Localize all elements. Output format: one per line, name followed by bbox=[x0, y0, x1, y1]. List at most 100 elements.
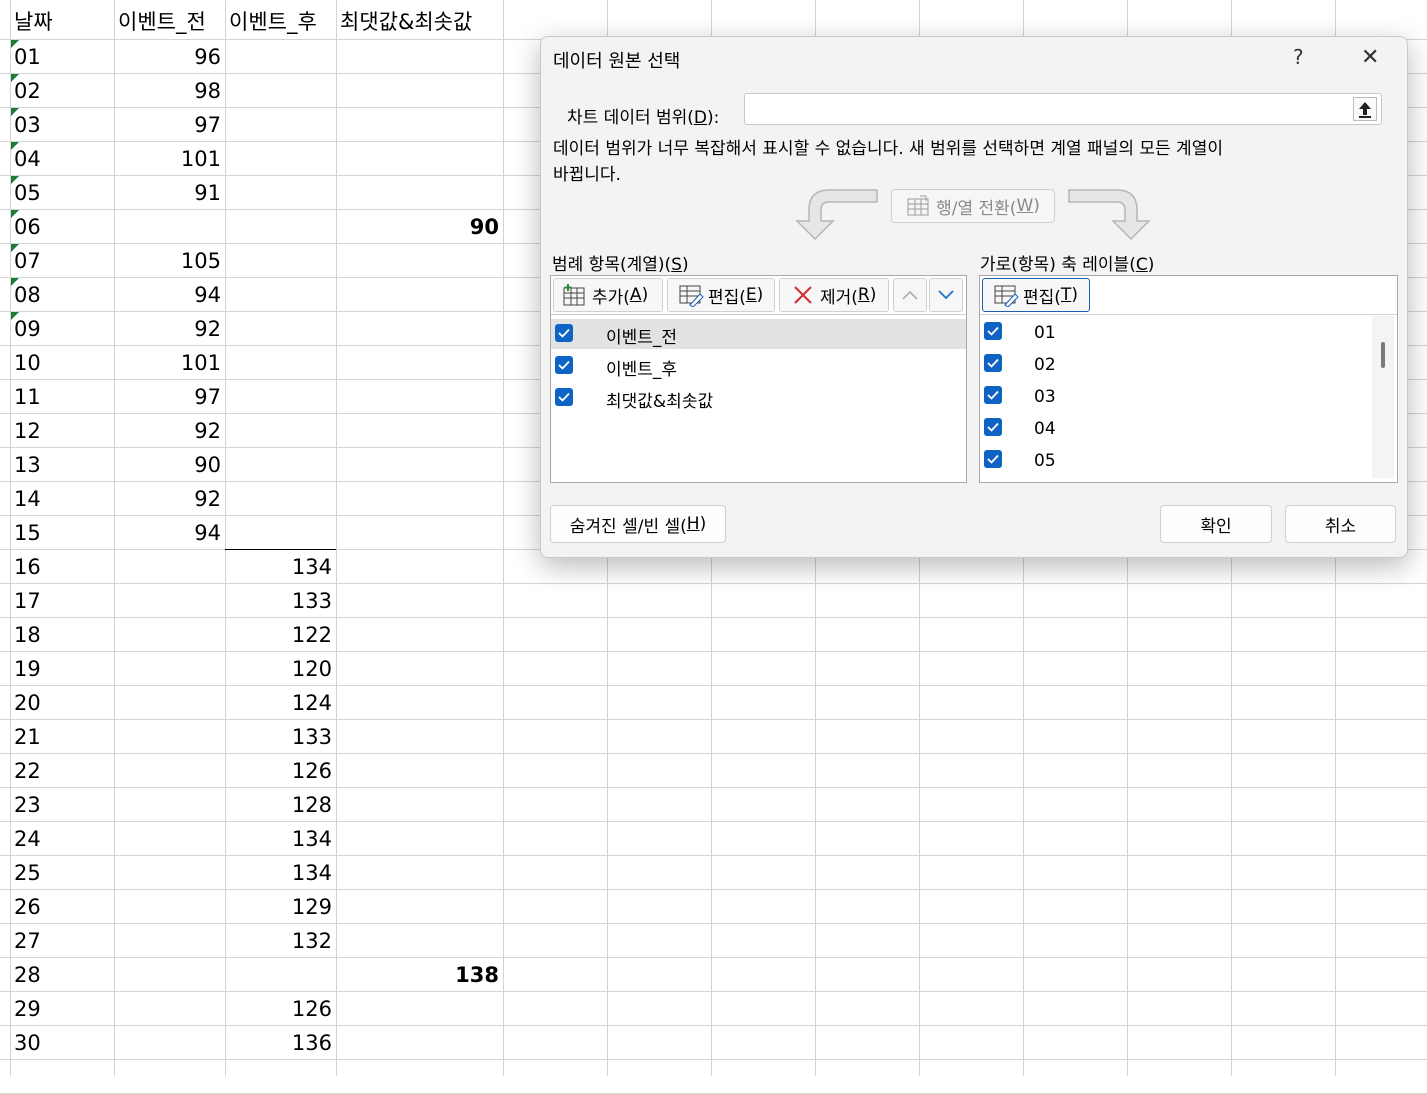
checkmark-icon bbox=[987, 454, 999, 464]
cell-date[interactable]: 01 bbox=[10, 39, 114, 72]
cell-date[interactable]: 09 bbox=[10, 311, 114, 344]
series-checkbox[interactable] bbox=[555, 324, 573, 342]
collapse-range-icon[interactable] bbox=[1353, 97, 1377, 121]
ok-button[interactable]: 확인 bbox=[1160, 505, 1272, 543]
cell-before[interactable]: 97 bbox=[114, 379, 225, 412]
cell-date[interactable]: 27 bbox=[10, 923, 114, 956]
text-number-indicator-icon bbox=[11, 40, 19, 48]
cell-date[interactable]: 11 bbox=[10, 379, 114, 412]
category-item[interactable]: 02 bbox=[1034, 355, 1056, 375]
edit-axis-labels-button[interactable]: 편집(T) bbox=[982, 278, 1090, 312]
cell-minmax[interactable]: 90 bbox=[336, 209, 503, 242]
move-down-button[interactable] bbox=[929, 278, 963, 312]
cell-date[interactable]: 28 bbox=[10, 957, 114, 990]
category-checkbox[interactable] bbox=[984, 450, 1002, 468]
row-gridline bbox=[0, 1025, 1427, 1026]
cell-date[interactable]: 02 bbox=[10, 73, 114, 106]
category-item[interactable]: 03 bbox=[1034, 387, 1056, 407]
header-cell-date[interactable]: 날짜 bbox=[10, 4, 114, 37]
cell-date[interactable]: 25 bbox=[10, 855, 114, 888]
cell-after[interactable]: 126 bbox=[225, 753, 336, 786]
cell-before[interactable]: 92 bbox=[114, 413, 225, 446]
cell-before[interactable]: 94 bbox=[114, 515, 225, 548]
category-checkbox[interactable] bbox=[984, 322, 1002, 340]
cell-after[interactable]: 133 bbox=[225, 583, 336, 616]
cell-before[interactable]: 101 bbox=[114, 345, 225, 378]
cell-after[interactable]: 136 bbox=[225, 1025, 336, 1058]
hidden-empty-cells-button[interactable]: 숨겨진 셀/빈 셀(H) bbox=[550, 505, 726, 543]
header-cell-minmax[interactable]: 최댓값&최솟값 bbox=[336, 4, 503, 37]
cell-date[interactable]: 10 bbox=[10, 345, 114, 378]
category-scrollbar[interactable] bbox=[1372, 316, 1394, 478]
cell-date[interactable]: 15 bbox=[10, 515, 114, 548]
cell-date[interactable]: 29 bbox=[10, 991, 114, 1024]
category-item[interactable]: 01 bbox=[1034, 323, 1056, 343]
category-checkbox[interactable] bbox=[984, 386, 1002, 404]
cell-date[interactable]: 05 bbox=[10, 175, 114, 208]
cell-date[interactable]: 19 bbox=[10, 651, 114, 684]
cell-before[interactable]: 90 bbox=[114, 447, 225, 480]
cell-date[interactable]: 30 bbox=[10, 1025, 114, 1058]
cell-before[interactable]: 94 bbox=[114, 277, 225, 310]
remove-series-button[interactable]: 제거(R) bbox=[779, 278, 889, 312]
cell-date[interactable]: 23 bbox=[10, 787, 114, 820]
cell-before[interactable]: 97 bbox=[114, 107, 225, 140]
cell-after[interactable]: 124 bbox=[225, 685, 336, 718]
cell-after[interactable]: 128 bbox=[225, 787, 336, 820]
cell-before[interactable]: 92 bbox=[114, 481, 225, 514]
cell-after[interactable]: 134 bbox=[225, 855, 336, 888]
cell-after[interactable]: 133 bbox=[225, 719, 336, 752]
row-gridline bbox=[0, 583, 1427, 584]
series-item[interactable]: 최댓값&최솟값 bbox=[606, 387, 713, 412]
add-series-button[interactable]: 추가(A) bbox=[553, 278, 663, 312]
close-icon[interactable]: ✕ bbox=[1361, 45, 1379, 70]
header-cell-before[interactable]: 이벤트_전 bbox=[114, 4, 225, 37]
cell-date[interactable]: 24 bbox=[10, 821, 114, 854]
cell-before[interactable]: 101 bbox=[114, 141, 225, 174]
move-up-button[interactable] bbox=[893, 278, 927, 312]
cell-after[interactable]: 134 bbox=[225, 549, 336, 582]
category-checkbox[interactable] bbox=[984, 354, 1002, 372]
cancel-button[interactable]: 취소 bbox=[1285, 505, 1396, 543]
cell-date[interactable]: 12 bbox=[10, 413, 114, 446]
cell-date[interactable]: 06 bbox=[10, 209, 114, 242]
chart-data-range-input[interactable] bbox=[744, 93, 1382, 125]
cell-date[interactable]: 04 bbox=[10, 141, 114, 174]
cell-after[interactable]: 129 bbox=[225, 889, 336, 922]
switch-row-column-button[interactable]: 행/열 전환(W) bbox=[891, 189, 1055, 223]
cell-after[interactable]: 120 bbox=[225, 651, 336, 684]
series-checkbox[interactable] bbox=[555, 388, 573, 406]
help-icon[interactable]: ? bbox=[1293, 45, 1304, 69]
cell-date[interactable]: 03 bbox=[10, 107, 114, 140]
cell-date[interactable]: 20 bbox=[10, 685, 114, 718]
cell-date[interactable]: 18 bbox=[10, 617, 114, 650]
header-cell-after[interactable]: 이벤트_후 bbox=[225, 4, 336, 37]
cell-date[interactable]: 16 bbox=[10, 549, 114, 582]
cell-before[interactable]: 92 bbox=[114, 311, 225, 344]
category-checkbox[interactable] bbox=[984, 418, 1002, 436]
cell-after[interactable]: 126 bbox=[225, 991, 336, 1024]
edit-series-button[interactable]: 편집(E) bbox=[667, 278, 775, 312]
cell-before[interactable]: 98 bbox=[114, 73, 225, 106]
series-item[interactable]: 이벤트_전 bbox=[606, 323, 677, 348]
cell-minmax[interactable]: 138 bbox=[336, 957, 503, 990]
cell-date[interactable]: 08 bbox=[10, 277, 114, 310]
cell-after[interactable]: 134 bbox=[225, 821, 336, 854]
cell-date[interactable]: 21 bbox=[10, 719, 114, 752]
series-item[interactable]: 이벤트_후 bbox=[606, 355, 677, 380]
cell-after[interactable]: 132 bbox=[225, 923, 336, 956]
cell-date[interactable]: 17 bbox=[10, 583, 114, 616]
scrollbar-thumb[interactable] bbox=[1381, 342, 1385, 368]
category-item[interactable]: 04 bbox=[1034, 419, 1056, 439]
cell-date[interactable]: 07 bbox=[10, 243, 114, 276]
cell-before[interactable]: 91 bbox=[114, 175, 225, 208]
cell-before[interactable]: 105 bbox=[114, 243, 225, 276]
series-checkbox[interactable] bbox=[555, 356, 573, 374]
category-item[interactable]: 05 bbox=[1034, 451, 1056, 471]
cell-date[interactable]: 13 bbox=[10, 447, 114, 480]
cell-date[interactable]: 14 bbox=[10, 481, 114, 514]
cell-date[interactable]: 22 bbox=[10, 753, 114, 786]
cell-date[interactable]: 26 bbox=[10, 889, 114, 922]
cell-before[interactable]: 96 bbox=[114, 39, 225, 72]
cell-after[interactable]: 122 bbox=[225, 617, 336, 650]
